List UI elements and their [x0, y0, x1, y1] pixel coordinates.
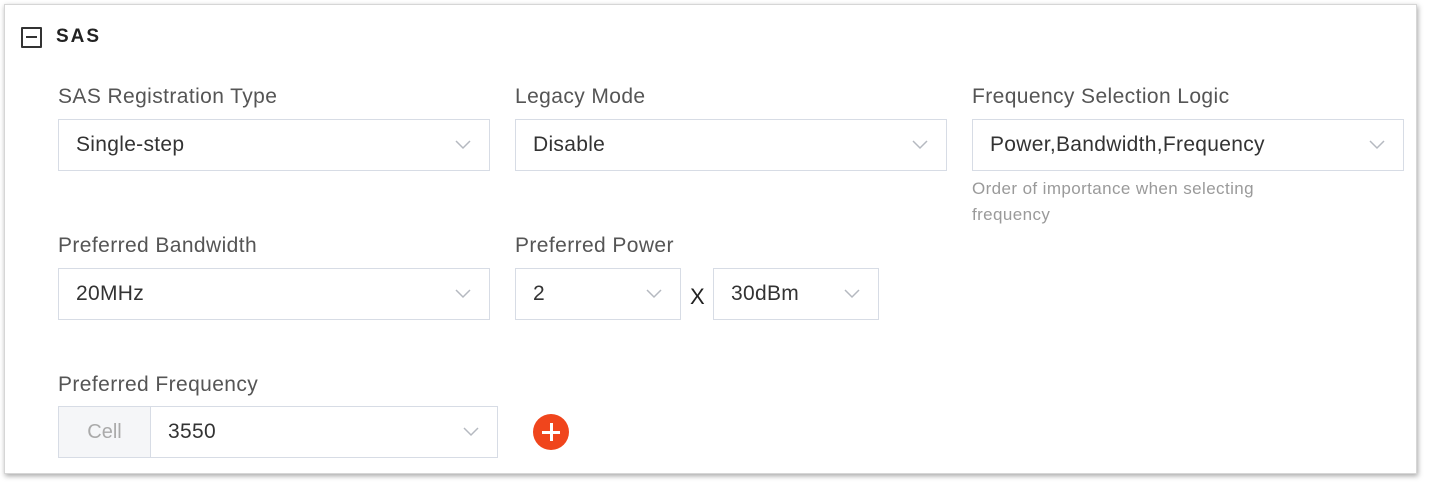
- preferred-power-value: 30dBm: [731, 282, 800, 305]
- frequency-logic-hint: Order of importance when selecting frequ…: [972, 176, 1254, 228]
- chevron-down-icon: [912, 140, 928, 150]
- legacy-mode-label: Legacy Mode: [515, 85, 646, 108]
- preferred-bandwidth-value: 20MHz: [76, 282, 145, 305]
- preferred-bandwidth-label: Preferred Bandwidth: [58, 234, 258, 257]
- preferred-bandwidth-select[interactable]: 20MHz: [58, 268, 490, 320]
- legacy-mode-value: Disable: [533, 133, 606, 156]
- chevron-down-icon: [455, 140, 471, 150]
- registration-type-value: Single-step: [76, 133, 185, 156]
- preferred-frequency-value: 3550: [168, 420, 216, 443]
- add-frequency-button[interactable]: [533, 414, 569, 450]
- times-symbol: X: [690, 284, 705, 309]
- cell-addon: Cell: [58, 406, 151, 458]
- plus-icon-stroke: [549, 423, 553, 441]
- sas-panel: SAS SAS Registration Type Single-step Le…: [4, 4, 1417, 474]
- hint-line: Order of importance when selecting: [972, 179, 1254, 198]
- chevron-down-icon: [646, 289, 662, 299]
- section-title: SAS: [56, 26, 102, 47]
- power-multiplier-select[interactable]: 2: [515, 268, 681, 320]
- preferred-power-select[interactable]: 30dBm: [713, 268, 879, 320]
- section-header: SAS: [21, 23, 101, 51]
- hint-line: frequency: [972, 205, 1051, 224]
- power-multiplier-value: 2: [533, 282, 545, 305]
- chevron-down-icon: [1369, 140, 1385, 150]
- chevron-down-icon: [455, 289, 471, 299]
- preferred-frequency-select[interactable]: 3550: [150, 406, 498, 458]
- chevron-down-icon: [844, 289, 860, 299]
- chevron-down-icon: [463, 427, 479, 437]
- frequency-logic-label: Frequency Selection Logic: [972, 85, 1230, 108]
- registration-type-select[interactable]: Single-step: [58, 119, 490, 171]
- preferred-frequency-label: Preferred Frequency: [58, 373, 259, 396]
- legacy-mode-select[interactable]: Disable: [515, 119, 947, 171]
- frequency-logic-value: Power,Bandwidth,Frequency: [990, 133, 1265, 156]
- collapse-icon[interactable]: [21, 26, 42, 48]
- frequency-logic-select[interactable]: Power,Bandwidth,Frequency: [972, 119, 1404, 171]
- registration-type-label: SAS Registration Type: [58, 85, 278, 108]
- preferred-power-label: Preferred Power: [515, 234, 674, 257]
